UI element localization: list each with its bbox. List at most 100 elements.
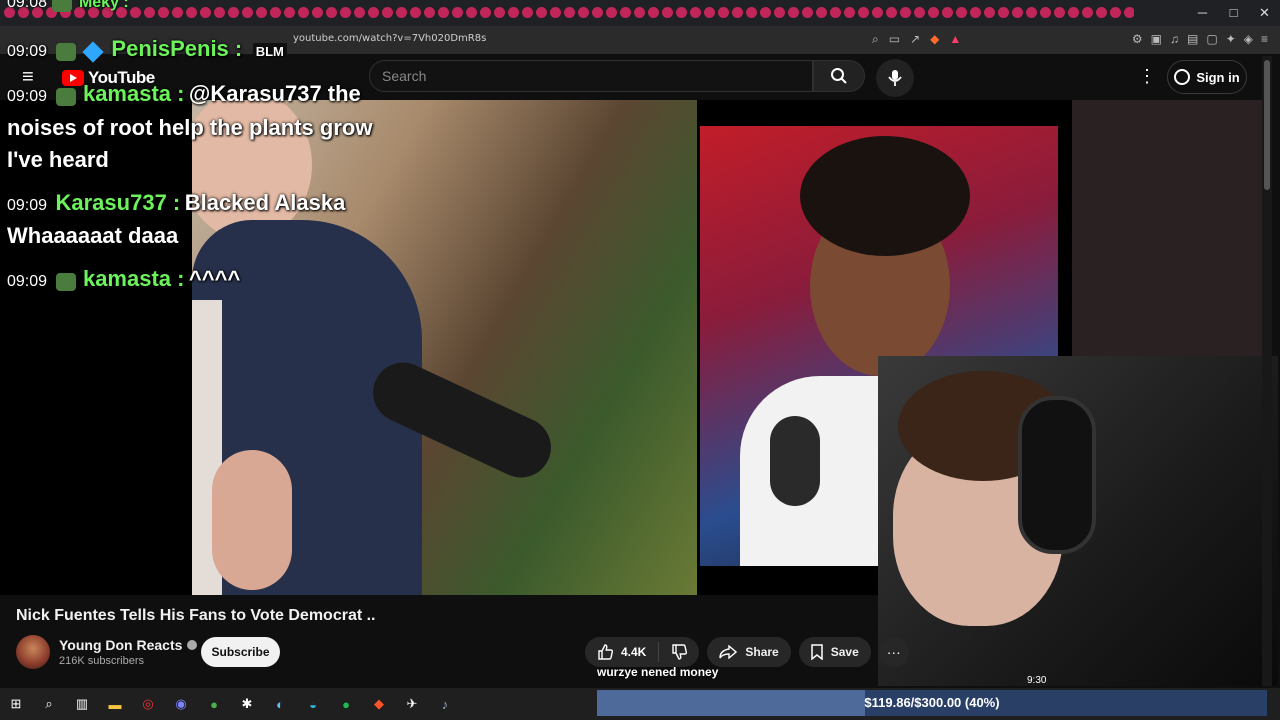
browser-tab[interactable]: [270, 7, 281, 18]
browser-tab[interactable]: [1054, 7, 1065, 18]
browser-tab[interactable]: [956, 7, 967, 18]
browser-tab[interactable]: [718, 7, 729, 18]
media-icon[interactable]: ♫: [1170, 32, 1179, 46]
browser-tab[interactable]: [816, 7, 827, 18]
edge-icon[interactable]: ◒: [303, 694, 323, 714]
browser-tab[interactable]: [158, 7, 169, 18]
spotify-icon[interactable]: ●: [336, 694, 356, 714]
browser-tab[interactable]: [312, 7, 323, 18]
rewards-icon[interactable]: ▲: [949, 32, 961, 47]
browser-tab[interactable]: [186, 7, 197, 18]
browser-tab[interactable]: [214, 7, 225, 18]
app2-icon[interactable]: ✱: [237, 694, 257, 714]
brave-icon[interactable]: ◆: [369, 694, 389, 714]
browser-tab[interactable]: [508, 7, 519, 18]
browser-tab[interactable]: [172, 7, 183, 18]
extensions-icon[interactable]: ⚙: [1132, 32, 1143, 46]
url-field[interactable]: youtube.com/watch?v=7Vh020DmR8s: [293, 33, 486, 44]
browser-tab[interactable]: [844, 7, 855, 18]
browser-tab[interactable]: [130, 7, 141, 18]
settings-kebab-icon[interactable]: ⋮: [1138, 66, 1156, 87]
browser-tab[interactable]: [382, 7, 393, 18]
browser-tab[interactable]: [788, 7, 799, 18]
browser-tab[interactable]: [1082, 7, 1093, 18]
browser-tab[interactable]: [340, 7, 351, 18]
browser-tab[interactable]: [522, 7, 533, 18]
browser-tab[interactable]: [396, 7, 407, 18]
browser-tab[interactable]: [928, 7, 939, 18]
browser-tab[interactable]: [1096, 7, 1107, 18]
browser-tab[interactable]: [200, 7, 211, 18]
browser-tab[interactable]: [690, 7, 701, 18]
channel-name[interactable]: Young Don Reacts: [59, 637, 198, 653]
browser-tab[interactable]: [774, 7, 785, 18]
save-button[interactable]: Save: [798, 637, 871, 667]
share-page-icon[interactable]: ↗: [910, 32, 920, 47]
cast-icon[interactable]: ▭: [889, 32, 900, 47]
browser-tab[interactable]: [606, 7, 617, 18]
browser-tab[interactable]: [368, 7, 379, 18]
browser-tab[interactable]: [900, 7, 911, 18]
close-window-button[interactable]: ✕: [1249, 0, 1280, 26]
browser-tab[interactable]: [466, 7, 477, 18]
browser-tab[interactable]: [970, 7, 981, 18]
sidebar-icon[interactable]: ▤: [1187, 32, 1198, 46]
like-button[interactable]: 4.4K: [585, 637, 658, 667]
file-explorer-icon[interactable]: ▬: [105, 694, 125, 714]
leo-icon[interactable]: ✦: [1226, 32, 1236, 46]
discord-icon[interactable]: ◉: [171, 694, 191, 714]
browser-tab[interactable]: [326, 7, 337, 18]
browser-tab[interactable]: [578, 7, 589, 18]
share-button[interactable]: Share: [707, 637, 791, 667]
volume-icon[interactable]: ♪: [435, 694, 455, 714]
browser-tab[interactable]: [410, 7, 421, 18]
start-icon[interactable]: ⊞: [6, 694, 26, 714]
wallet-icon[interactable]: ▢: [1206, 32, 1217, 46]
browser-tab[interactable]: [858, 7, 869, 18]
browser-tab[interactable]: [942, 7, 953, 18]
app3-icon[interactable]: ✈: [402, 694, 422, 714]
browser-tab[interactable]: [634, 7, 645, 18]
browser-tab[interactable]: [494, 7, 505, 18]
browser-tab[interactable]: [746, 7, 757, 18]
menu-icon[interactable]: ≡: [1261, 32, 1268, 46]
browser-tab[interactable]: [1124, 7, 1134, 18]
browser-tab[interactable]: [830, 7, 841, 18]
scroll-thumb[interactable]: [1264, 60, 1270, 190]
steam-icon[interactable]: ◐: [270, 694, 290, 714]
browser-tab[interactable]: [998, 7, 1009, 18]
subscribe-button[interactable]: Subscribe: [201, 637, 280, 667]
browser-tab[interactable]: [802, 7, 813, 18]
more-actions-button[interactable]: ···: [878, 637, 909, 667]
browser-tab[interactable]: [424, 7, 435, 18]
browser-tab[interactable]: [354, 7, 365, 18]
task-view-icon[interactable]: ▥: [72, 694, 92, 714]
voice-search-button[interactable]: [876, 59, 914, 97]
channel-avatar[interactable]: [16, 635, 50, 669]
browser-tab[interactable]: [872, 7, 883, 18]
browser-tab[interactable]: [732, 7, 743, 18]
tab-search-icon[interactable]: ▣: [1151, 32, 1162, 46]
browser-tab[interactable]: [298, 7, 309, 18]
browser-tab[interactable]: [662, 7, 673, 18]
browser-tab[interactable]: [144, 7, 155, 18]
browser-tab[interactable]: [760, 7, 771, 18]
browser-tab[interactable]: [1012, 7, 1023, 18]
chrome-icon[interactable]: ●: [204, 694, 224, 714]
browser-tab[interactable]: [228, 7, 239, 18]
browser-tab[interactable]: [256, 7, 267, 18]
browser-tab[interactable]: [550, 7, 561, 18]
browser-tab[interactable]: [914, 7, 925, 18]
browser-tab[interactable]: [452, 7, 463, 18]
browser-tab[interactable]: [242, 7, 253, 18]
browser-tab[interactable]: [1026, 7, 1037, 18]
browser-tab[interactable]: [284, 7, 295, 18]
search-input[interactable]: [370, 61, 794, 91]
vpn-icon[interactable]: ◈: [1244, 32, 1253, 46]
browser-tab[interactable]: [704, 7, 715, 18]
browser-tab[interactable]: [676, 7, 687, 18]
dislike-button[interactable]: [659, 637, 699, 667]
browser-tab[interactable]: [564, 7, 575, 18]
page-scrollbar[interactable]: [1262, 56, 1272, 686]
browser-tab[interactable]: [984, 7, 995, 18]
